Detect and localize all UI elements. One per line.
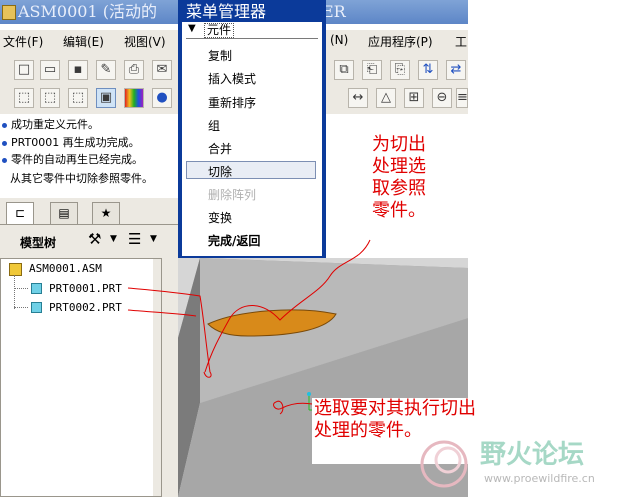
annotation-strokes [127, 239, 371, 415]
annotation-scribble [273, 400, 313, 415]
watermark-url: www.proewildfire.cn [484, 472, 595, 485]
annotation-line [127, 309, 197, 317]
annotation-line [204, 239, 371, 373]
watermark-logo-icon [420, 440, 468, 488]
watermark: 野火论坛 www.proewildfire.cn [410, 428, 621, 497]
annotation-top: 为切出 处理选 取参照 零件。 [370, 134, 468, 232]
annotation-line [127, 287, 212, 378]
watermark-text: 野火论坛 [480, 440, 585, 470]
